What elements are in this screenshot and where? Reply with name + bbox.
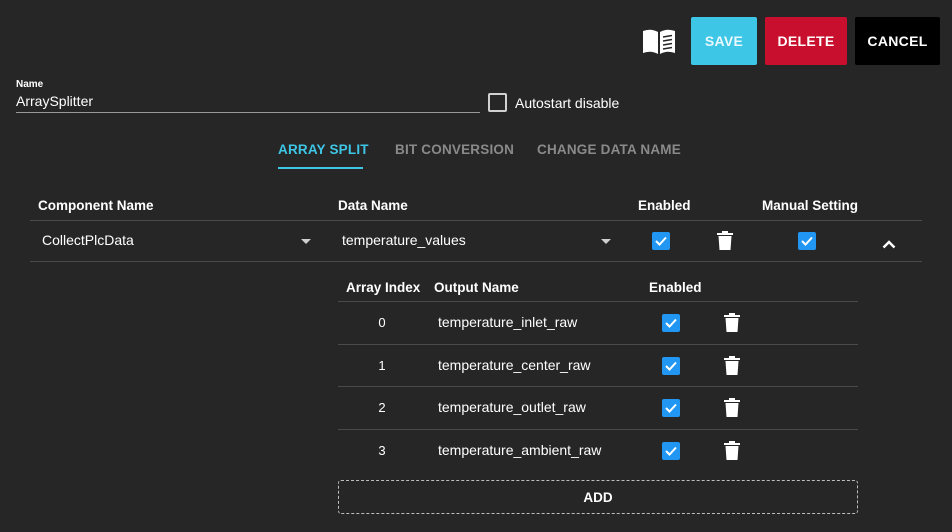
- tab-bit-conversion[interactable]: BIT CONVERSION: [395, 142, 514, 157]
- check-icon: [665, 361, 677, 371]
- row-enabled-checkbox[interactable]: [662, 399, 680, 417]
- delete-button[interactable]: DELETE: [765, 17, 847, 65]
- header-component-name: Component Name: [38, 198, 154, 213]
- header-sub-enabled: Enabled: [649, 280, 702, 295]
- table-divider: [30, 261, 922, 262]
- array-index: 1: [378, 358, 386, 373]
- row-enabled-checkbox[interactable]: [662, 442, 680, 460]
- list-item: [338, 302, 858, 344]
- checkbox-empty-icon[interactable]: [488, 93, 507, 112]
- list-item: [338, 345, 858, 387]
- array-index: 2: [378, 400, 386, 415]
- component-name-select[interactable]: CollectPlcData: [42, 232, 134, 248]
- list-item: [338, 387, 858, 429]
- manual-setting-checkbox[interactable]: [798, 232, 816, 250]
- trash-icon[interactable]: [724, 398, 740, 417]
- active-tab-indicator: [278, 167, 363, 169]
- output-name-field[interactable]: temperature_inlet_raw: [438, 314, 577, 330]
- output-name-field[interactable]: temperature_center_raw: [438, 357, 591, 373]
- data-name-dropdown-icon[interactable]: [601, 239, 611, 244]
- array-index: 3: [378, 443, 386, 458]
- check-icon: [655, 236, 667, 246]
- cancel-button[interactable]: CANCEL: [855, 17, 940, 65]
- check-icon: [665, 318, 677, 328]
- output-name-field[interactable]: temperature_ambient_raw: [438, 442, 601, 458]
- trash-icon[interactable]: [717, 231, 733, 250]
- row-enabled-checkbox[interactable]: [662, 357, 680, 375]
- trash-icon[interactable]: [724, 313, 740, 332]
- trash-icon[interactable]: [724, 441, 740, 460]
- header-data-name: Data Name: [338, 198, 408, 213]
- book-open-icon[interactable]: [641, 28, 677, 56]
- check-icon: [665, 403, 677, 413]
- row-enabled-checkbox[interactable]: [662, 314, 680, 332]
- component-dropdown-icon[interactable]: [301, 239, 311, 244]
- tab-change-data-name[interactable]: CHANGE DATA NAME: [537, 142, 681, 157]
- add-button[interactable]: ADD: [338, 480, 858, 514]
- output-name-field[interactable]: temperature_outlet_raw: [438, 399, 586, 415]
- check-icon: [665, 446, 677, 456]
- save-button[interactable]: SAVE: [691, 17, 757, 65]
- header-enabled: Enabled: [638, 198, 691, 213]
- header-array-index: Array Index: [346, 280, 421, 295]
- autostart-checkbox[interactable]: Autostart disable: [488, 93, 619, 112]
- autostart-label: Autostart disable: [515, 94, 620, 111]
- enabled-checkbox[interactable]: [652, 232, 670, 250]
- check-icon: [801, 236, 813, 246]
- table-row: [30, 221, 922, 261]
- header-output-name: Output Name: [434, 280, 519, 295]
- name-input[interactable]: [16, 89, 480, 113]
- array-index: 0: [378, 315, 386, 330]
- data-name-select[interactable]: temperature_values: [342, 232, 466, 248]
- trash-icon[interactable]: [724, 356, 740, 375]
- collapse-chevron-up-icon[interactable]: [882, 236, 896, 249]
- tab-array-split[interactable]: ARRAY SPLIT: [278, 142, 369, 157]
- header-manual-setting: Manual Setting: [762, 198, 859, 213]
